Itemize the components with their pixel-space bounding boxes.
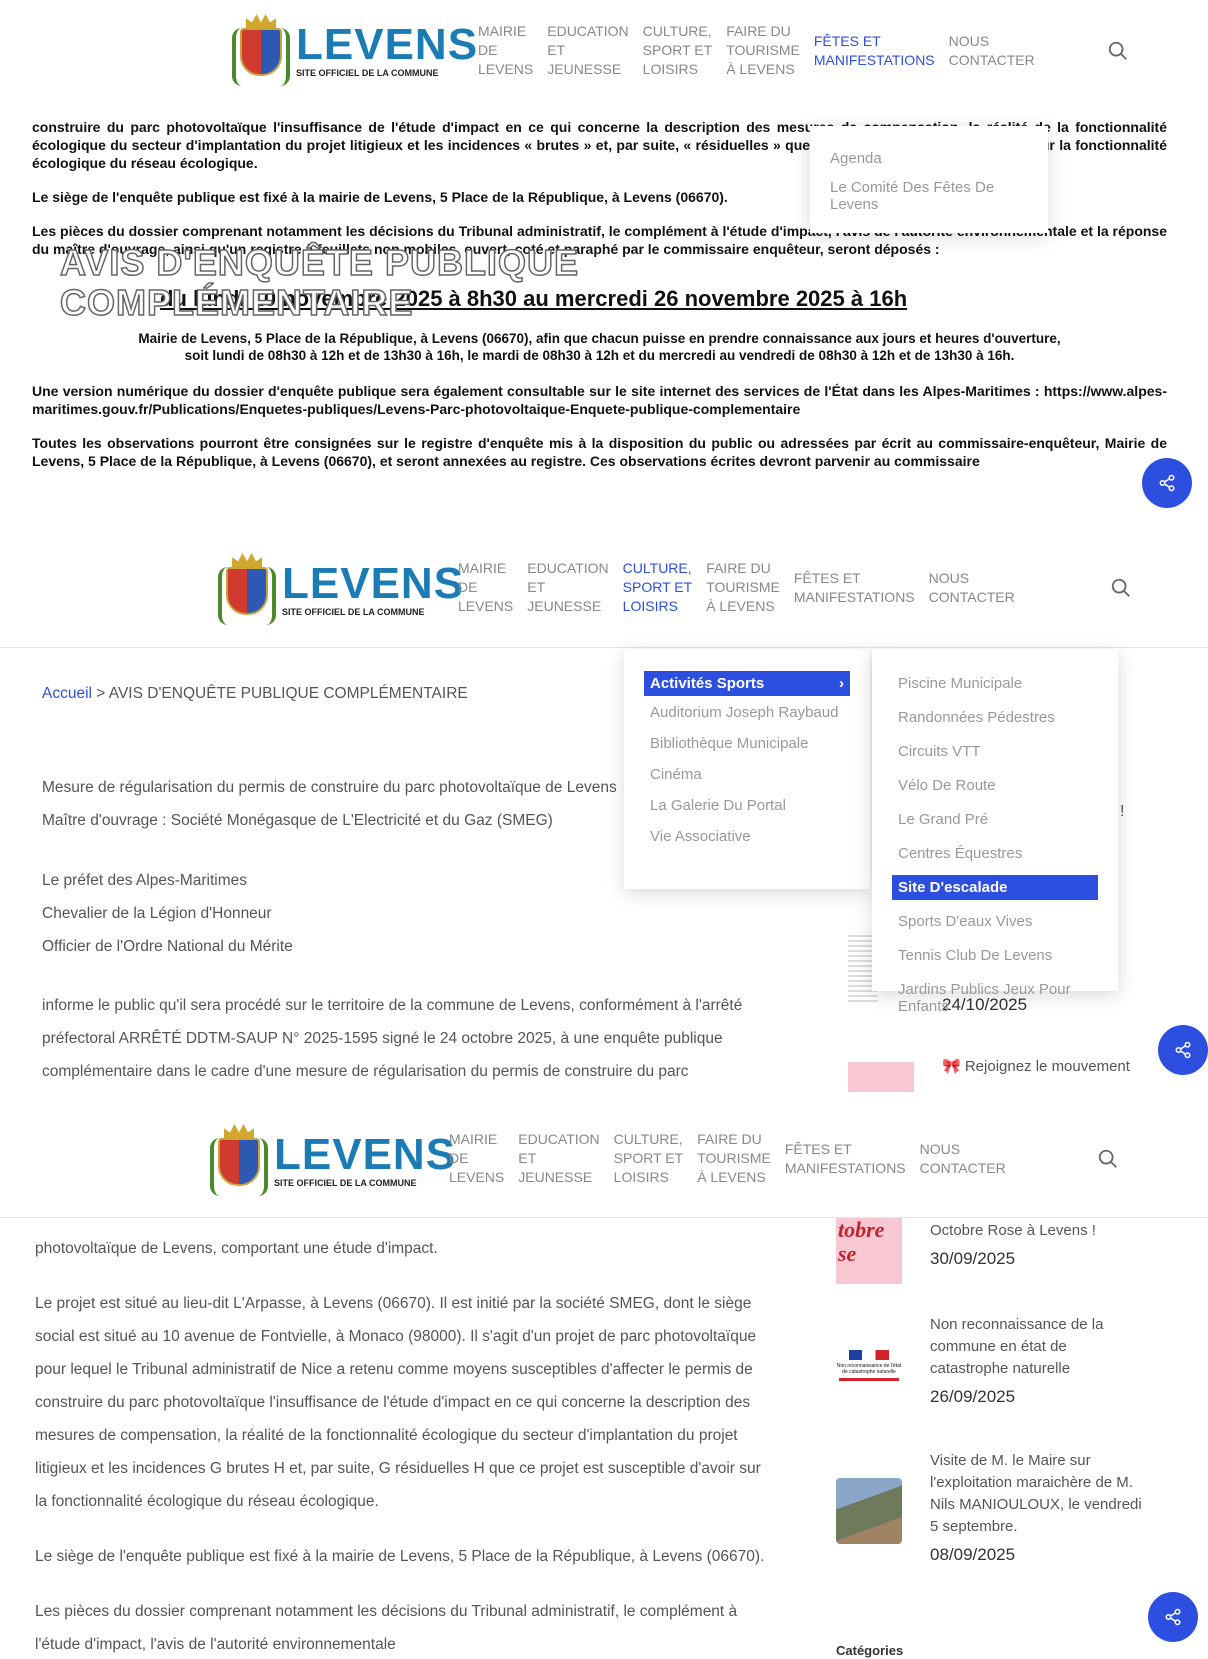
dropdown-item-comite[interactable]: Le Comité Des Fêtes De Levens [830,175,1028,217]
news-thumbnail[interactable] [836,1478,902,1544]
submenu-item-piscine[interactable]: Piscine Municipale [892,671,1098,696]
submenu-item-vtt[interactable]: Circuits VTT [892,739,1098,764]
logo-subtitle: SITE OFFICIEL DE LA COMMUNE [282,606,425,617]
menu-item-auditorium[interactable]: Auditorium Joseph Raybaud [644,700,850,725]
submenu-item-velo[interactable]: Vélo De Route [892,773,1098,798]
logo-subtitle: SITE OFFICIEL DE LA COMMUNE [274,1177,417,1188]
logo-name: LEVENS [274,1129,457,1179]
notice-paragraph: Une version numérique du dossier d'enquê… [32,383,1167,417]
notice-text-bottom: Une version numérique du dossier d'enquê… [32,382,1167,486]
article-body: photovoltaïque de Levens, comportant une… [35,1240,765,1653]
dropdown-item-agenda[interactable]: Agenda [830,146,1028,175]
nav-contact[interactable]: NOUS CONTACTER [949,22,1035,79]
menu-item-vie-associative[interactable]: Vie Associative [644,824,850,849]
nav-contact[interactable]: NOUS CONTACTER [920,1130,1006,1187]
exclamation: ! [1120,803,1125,820]
logo-name: LEVENS [296,19,479,69]
coat-of-arms-icon [218,549,276,629]
page-title-overlay: AVIS D'ENQUÊTE PUBLIQUE COMPLÉMENTAIRE [59,242,579,324]
nav-contact[interactable]: NOUS CONTACTER [929,559,1015,616]
site-logo[interactable]: LEVENS SITE OFFICIEL DE LA COMMUNE [210,1120,456,1200]
logo-subtitle: SITE OFFICIEL DE LA COMMUNE [296,67,439,78]
side-news-item[interactable]: Octobre Rose à Levens ! 30/09/2025 [930,1220,1140,1270]
article-inform: informe le public qu'il sera procédé sur… [42,997,743,1080]
logo-name: LEVENS [282,558,465,608]
header-divider [0,647,1208,648]
nav-mairie[interactable]: MAIRIE DE LEVENS [478,22,533,79]
screenshot-panel-2: LEVENS SITE OFFICIEL DE LA COMMUNE MAIRIE… [0,537,1208,1092]
submenu-item-escalade[interactable]: Site D'escalade [892,875,1098,900]
submenu-item-eaux-vives[interactable]: Sports D'eaux Vives [892,909,1098,934]
screenshot-panel-3: LEVENS SITE OFFICIEL DE LA COMMUNE MAIRIE… [0,1110,1208,1659]
main-nav: MAIRIE DE LEVENS EDUCATION ET JEUNESSE CULTU… [458,559,1015,616]
side-news-title[interactable]: 🎀 Rejoignez le mouvement [942,1057,1130,1075]
share-button[interactable] [1158,1025,1208,1075]
submenu-item-jardins[interactable]: Jardins Publics Jeux Pour Enfants [892,977,1098,1019]
sports-submenu: Piscine Municipale Randonnées Pédestres … [872,649,1118,1015]
breadcrumb-home[interactable]: Accueil [42,685,92,702]
search-icon[interactable] [1107,40,1129,62]
menu-item-activites-sports[interactable]: Activités Sports › [644,671,850,696]
prefet-block: Le préfet des Alpes-Maritimes Chevalier … [42,872,293,955]
nav-culture[interactable]: CULTURE, SPORT ET LOISIRS [643,22,713,79]
share-button[interactable] [1148,1592,1198,1642]
article-intro: Mesure de régularisation du permis de co… [42,779,617,829]
screenshot-panel-1: LEVENS SITE OFFICIEL DE LA COMMUNE MAIRIE… [0,0,1208,520]
submenu-item-randonnees[interactable]: Randonnées Pédestres [892,705,1098,730]
site-logo[interactable]: LEVENS SITE OFFICIEL DE LA COMMUNE [218,549,464,629]
submenu-item-grand-pre[interactable]: Le Grand Pré [892,807,1098,832]
nav-education[interactable]: EDUCATION ET JEUNESSE [547,22,628,79]
opening-hours-1: Mairie de Levens, 5 Place de la Républiq… [138,331,1061,346]
nav-mairie[interactable]: MAIRIE DE LEVENS [449,1130,504,1187]
menu-item-cinema[interactable]: Cinéma [644,762,850,787]
share-icon [1175,1041,1191,1059]
nav-education[interactable]: EDUCATION ET JEUNESSE [527,559,608,616]
notice-paragraph: Toutes les observations pourront être co… [32,435,1167,469]
nav-education[interactable]: EDUCATION ET JEUNESSE [518,1130,599,1187]
nav-tourisme[interactable]: FAIRE DU TOURISME À LEVENS [697,1130,771,1187]
coat-of-arms-icon [232,10,290,90]
culture-dropdown: Activités Sports › Auditorium Joseph Rayb… [624,649,870,889]
chevron-right-icon: › [839,675,844,692]
share-icon [1159,474,1175,492]
share-button[interactable] [1142,458,1192,508]
news-thumbnail[interactable]: tobre se [836,1218,902,1284]
nav-mairie[interactable]: MAIRIE DE LEVENS [458,559,513,616]
menu-item-galerie[interactable]: La Galerie Du Portal [644,793,850,818]
main-nav: MAIRIE DE LEVENS EDUCATION ET JEUNESSE CULTU… [449,1130,1006,1187]
share-icon [1165,1608,1181,1626]
nav-culture[interactable]: CULTURE, SPORT ET LOISIRS [623,559,693,616]
news-thumbnail[interactable]: Non reconnaissance de l'état de catastro… [836,1332,902,1398]
coat-of-arms-icon [210,1120,268,1200]
site-logo[interactable]: LEVENS SITE OFFICIEL DE LA COMMUNE [232,10,478,90]
submenu-item-equestres[interactable]: Centres Équestres [892,841,1098,866]
opening-hours-2: soit lundi de 08h30 à 12h et de 13h30 à … [184,348,1015,363]
search-icon[interactable] [1097,1148,1119,1170]
nav-tourisme[interactable]: FAIRE DU TOURISME À LEVENS [706,559,780,616]
nav-fetes[interactable]: FÊTES ET MANIFESTATIONS [794,559,915,616]
submenu-item-tennis[interactable]: Tennis Club De Levens [892,943,1098,968]
nav-fetes[interactable]: FÊTES ET MANIFESTATIONS [814,22,935,79]
site-header: LEVENS SITE OFFICIEL DE LA COMMUNE MAIRIE… [0,0,1208,100]
site-header: LEVENS SITE OFFICIEL DE LA COMMUNE MAIRIE… [0,1110,1208,1218]
nav-culture[interactable]: CULTURE, SPORT ET LOISIRS [614,1130,684,1187]
breadcrumb-current: AVIS D'ENQUÊTE PUBLIQUE COMPLÉMENTAIRE [108,685,468,702]
menu-item-bibliotheque[interactable]: Bibliothèque Municipale [644,731,850,756]
side-news-item[interactable]: Non reconnaissance de la commune en état… [930,1314,1140,1408]
search-icon[interactable] [1110,577,1132,599]
news-thumbnail[interactable] [848,1062,914,1092]
main-nav: MAIRIE DE LEVENS EDUCATION ET JEUNESSE CULTU… [478,22,1035,79]
site-header: LEVENS SITE OFFICIEL DE LA COMMUNE MAIRIE… [0,537,1208,637]
side-news-item[interactable]: Visite de M. le Maire sur l'exploitation… [930,1450,1145,1566]
nav-fetes[interactable]: FÊTES ET MANIFESTATIONS [785,1130,906,1187]
breadcrumb: Accueil > AVIS D'ENQUÊTE PUBLIQUE COMPLÉ… [42,685,468,702]
categories-heading: Catégories [836,1643,904,1658]
fetes-dropdown: Agenda Le Comité Des Fêtes De Levens [810,126,1048,233]
nav-tourisme[interactable]: FAIRE DU TOURISME À LEVENS [726,22,800,79]
